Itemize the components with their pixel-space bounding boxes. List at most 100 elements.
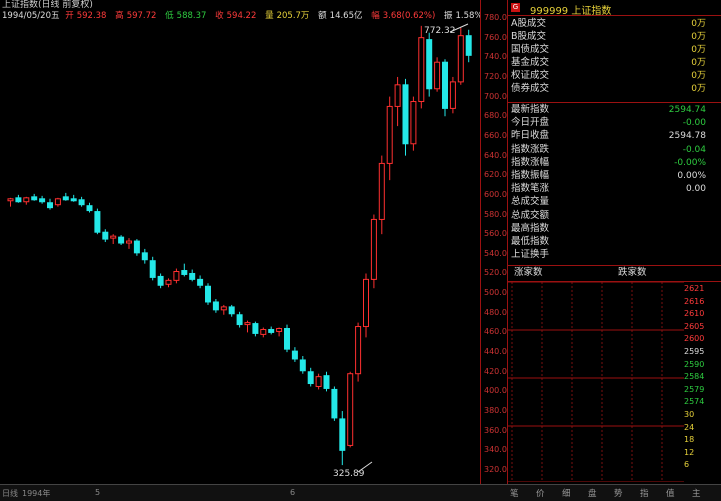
stat-label: 指数振幅 (511, 170, 550, 181)
candle (205, 283, 211, 305)
candle (189, 269, 196, 282)
bottom-tab[interactable]: 主 (692, 487, 701, 499)
stat-label: 指数涨跌 (511, 143, 550, 155)
candle (386, 96, 393, 181)
candle (15, 194, 22, 203)
stat-label: 总成交额 (511, 209, 550, 221)
candle (276, 327, 283, 337)
candle (78, 196, 85, 207)
candle (418, 25, 425, 109)
stat-row: 今日开盘 -0.00 (508, 117, 721, 129)
stat-row: 最低指数 (508, 236, 721, 248)
stat-value: 2594.74 (668, 105, 706, 115)
bottom-tab[interactable]: 价 (536, 487, 545, 499)
candle (307, 367, 314, 387)
breadth-scale-tick: 2584 (684, 372, 705, 382)
breadth-scale-tick: 18 (684, 435, 695, 445)
stat-row: 最高指数 (508, 223, 721, 235)
bottom-tabs[interactable]: 笔价细盘势指值主 (480, 484, 721, 501)
candle (331, 386, 338, 421)
stat-value: 2594.78 (668, 131, 706, 142)
stat-row: 指数涨幅 -0.00% (508, 157, 721, 169)
candle (23, 196, 30, 205)
stat-row: 指数笔涨 0.00 (508, 183, 721, 195)
candle (39, 195, 46, 204)
candle (378, 155, 385, 235)
candle (410, 96, 417, 151)
bottom-tab[interactable]: 值 (666, 487, 675, 499)
badge: G (511, 3, 520, 12)
candle (260, 327, 267, 338)
trade-label: 权证成交 (511, 70, 550, 81)
stat-label: 指数笔涨 (511, 183, 550, 195)
candle (394, 76, 401, 127)
trade-row: 基金成交 0万 (508, 57, 721, 69)
fall-count-label: 跌家数 (618, 267, 647, 278)
breadth-scale-tick: 2605 (684, 321, 705, 331)
trade-value: 0万 (691, 58, 706, 68)
stat-label: 总成交量 (511, 196, 550, 208)
breadth-scale-tick: 2600 (684, 334, 705, 344)
candle (442, 59, 448, 117)
candle (315, 373, 322, 390)
candle (228, 304, 235, 317)
stat-row: 昨日收盘 2594.78 (508, 130, 721, 142)
candle (291, 347, 298, 362)
breadth-scale-tick: 2616 (684, 296, 705, 306)
x-label: 日线 (2, 489, 18, 498)
bottom-tab[interactable]: 笔 (510, 487, 519, 499)
breadth-scale-tick: 6 (684, 460, 690, 470)
trade-label: 国债成交 (511, 44, 550, 55)
candle (181, 263, 188, 277)
candle (363, 273, 369, 338)
trade-row: 债券成交 0万 (508, 83, 721, 95)
kline-chart[interactable]: 上证指数(日线 前复权) 1994/05/20五 开 592.38 高 597.72… (0, 0, 483, 500)
bottom-tab[interactable]: 盘 (588, 487, 597, 499)
candle (236, 311, 243, 328)
stat-row: 指数振幅 0.00% (508, 170, 721, 182)
breadth-chart (508, 282, 684, 482)
candle (370, 214, 377, 289)
trade-value: 0万 (691, 45, 706, 55)
stat-row: 上证换手 (508, 249, 721, 261)
candle (7, 197, 14, 207)
candle (449, 76, 456, 114)
bottom-tab[interactable]: 势 (614, 487, 623, 499)
trade-value: 0万 (691, 19, 706, 29)
rise-count-label: 涨家数 (514, 267, 543, 278)
candle (252, 321, 259, 337)
candle (212, 299, 219, 313)
stat-label: 最新指数 (511, 104, 550, 115)
bottom-tab[interactable]: 细 (562, 487, 571, 499)
candle (426, 32, 433, 97)
trade-value: 0万 (691, 32, 706, 42)
candle (434, 57, 441, 92)
breadth-scale-tick: 2590 (684, 359, 705, 369)
candle (197, 275, 204, 289)
low-annotation: 325.89 (333, 469, 365, 479)
trade-row: 权证成交 0万 (508, 70, 721, 82)
stat-label: 最低指数 (511, 236, 550, 247)
breadth-scale-tick: 2579 (684, 384, 705, 394)
candle (110, 234, 117, 244)
stat-value: 0.00 (685, 184, 706, 195)
stat-value: -0.04 (682, 144, 706, 155)
bottom-tab[interactable]: 指 (640, 487, 649, 499)
candle (457, 27, 464, 85)
candle (47, 198, 53, 210)
candle (220, 304, 227, 315)
quote-panel: G 999999 上证指数 A股成交 0万 B股成交 0万 国债成交 0万 基金成交 0万 权证… (507, 0, 721, 500)
candle (54, 197, 61, 207)
candle (102, 229, 109, 243)
stat-row: 最新指数 2594.74 (508, 104, 721, 116)
candle (86, 202, 93, 213)
breadth-scale-tick: 2595 (684, 347, 705, 356)
stat-value: -0.00% (674, 157, 706, 168)
candle (173, 268, 180, 284)
breadth-scale-tick: 2610 (684, 309, 705, 319)
candle (402, 78, 409, 156)
breadth-header: 涨家数 跌家数 (508, 267, 721, 279)
x-label: 1994年 (22, 489, 51, 498)
stat-label: 上证换手 (511, 249, 550, 261)
candle (347, 371, 354, 448)
